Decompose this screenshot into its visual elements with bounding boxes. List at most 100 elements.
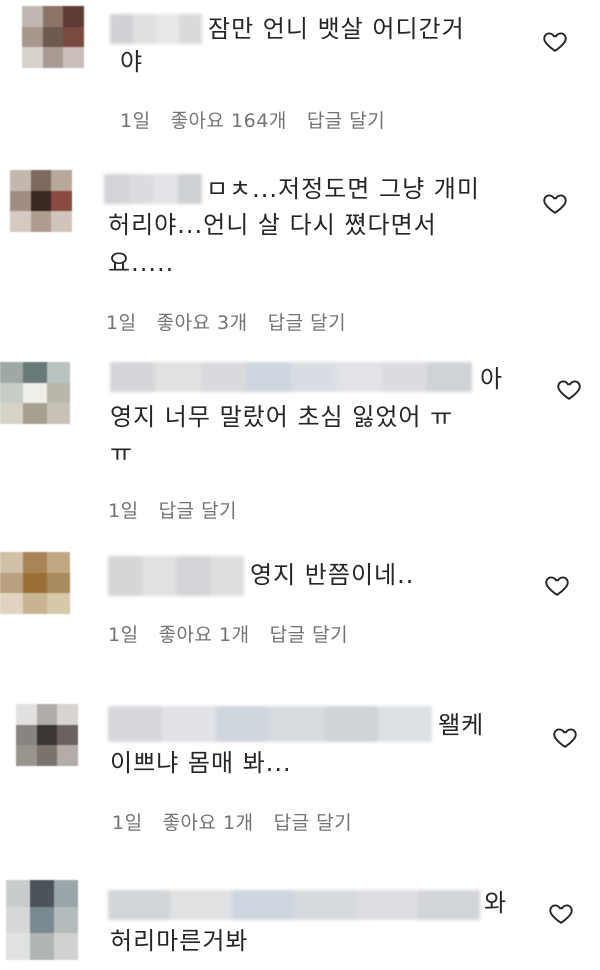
- avatar-pixel: [16, 745, 37, 766]
- avatar[interactable]: [10, 170, 72, 232]
- username-blur-block: [108, 890, 170, 920]
- avatar-pixel: [36, 724, 58, 746]
- username-blur-block: [270, 706, 324, 742]
- username-blur-block: [232, 890, 294, 920]
- comment-text: 와: [484, 889, 508, 917]
- avatar-pixel: [23, 593, 47, 614]
- avatar-pixel: [0, 572, 24, 594]
- comment-time: 1일: [106, 312, 137, 334]
- avatar-pixel: [54, 880, 78, 907]
- username-blurred[interactable]: [110, 14, 202, 44]
- comment-text: 요.....: [108, 249, 175, 277]
- username-blur-block: [378, 706, 432, 742]
- like-heart-icon[interactable]: [542, 190, 568, 216]
- avatar-pixel: [23, 362, 47, 383]
- avatar-pixel: [36, 704, 58, 725]
- username-blur-block: [294, 890, 356, 920]
- avatar-pixel: [23, 552, 47, 573]
- username-blur-block: [108, 556, 142, 596]
- username-blur-block: [142, 556, 176, 596]
- avatar-pixel: [30, 170, 52, 191]
- like-count[interactable]: 좋아요 164개: [171, 106, 287, 133]
- avatar-pixel: [0, 362, 24, 383]
- reply-button[interactable]: 답글 달기: [307, 106, 385, 133]
- avatar-pixel: [23, 572, 47, 594]
- comment-text: 이쁘냐 몸매 봐...: [110, 749, 292, 777]
- comment-time: 1일: [108, 624, 139, 646]
- comment-text: 영지 반쯤이네..: [250, 561, 415, 589]
- username-blur-block: [210, 556, 244, 596]
- avatar-pixel: [16, 724, 37, 746]
- avatar-pixel: [46, 593, 70, 614]
- like-heart-icon[interactable]: [544, 572, 570, 598]
- avatar-pixel: [57, 724, 78, 746]
- avatar-pixel: [51, 190, 72, 212]
- avatar-pixel: [10, 190, 31, 212]
- reply-button[interactable]: 답글 달기: [270, 620, 348, 647]
- reply-button[interactable]: 답글 달기: [159, 496, 237, 523]
- username-blur-block: [324, 706, 378, 742]
- avatar-pixel: [0, 593, 24, 614]
- avatar-pixel: [54, 933, 78, 960]
- avatar[interactable]: [16, 704, 78, 766]
- comment-time: 1일: [112, 812, 143, 834]
- avatar-pixel: [51, 170, 72, 191]
- avatar-pixel: [22, 47, 43, 68]
- avatar-pixel: [30, 211, 52, 232]
- avatar-pixel: [30, 906, 54, 934]
- username-blur-block: [245, 362, 291, 392]
- avatar-pixel: [42, 26, 64, 48]
- like-count[interactable]: 좋아요 3개: [157, 308, 248, 335]
- username-blur-block: [104, 174, 129, 204]
- reply-button[interactable]: 답글 달기: [268, 308, 346, 335]
- username-blur-block: [110, 362, 156, 392]
- comment-meta: 1일 답글 달기: [108, 496, 237, 523]
- like-count[interactable]: 좋아요 1개: [163, 808, 254, 835]
- comment-text: 영지 너무 말랐어 초심 잃었어 ㅠ: [110, 403, 454, 431]
- avatar-pixel: [51, 211, 72, 232]
- avatar-pixel: [30, 933, 54, 960]
- like-heart-icon[interactable]: [556, 376, 582, 402]
- like-heart-icon[interactable]: [548, 900, 574, 926]
- like-heart-icon[interactable]: [542, 28, 568, 54]
- username-blur-block: [133, 14, 156, 44]
- avatar-pixel: [10, 170, 31, 191]
- username-blurred[interactable]: [108, 706, 432, 742]
- comment-text: 야: [120, 48, 144, 76]
- username-blurred[interactable]: [104, 174, 202, 204]
- username-blur-block: [291, 362, 337, 392]
- avatar[interactable]: [0, 362, 70, 424]
- avatar-pixel: [30, 880, 54, 907]
- avatar[interactable]: [6, 880, 78, 960]
- avatar-pixel: [0, 403, 24, 424]
- avatar[interactable]: [22, 6, 84, 68]
- username-blur-block: [179, 14, 202, 44]
- reply-button[interactable]: 답글 달기: [274, 808, 352, 835]
- avatar-pixel: [10, 211, 31, 232]
- avatar-pixel: [22, 6, 43, 27]
- avatar-pixel: [16, 704, 37, 725]
- avatar-pixel: [0, 552, 24, 573]
- avatar-pixel: [30, 190, 52, 212]
- username-blur-block: [156, 14, 179, 44]
- username-blur-block: [216, 706, 270, 742]
- avatar-pixel: [46, 403, 70, 424]
- username-blurred[interactable]: [110, 362, 472, 392]
- comment-text: ㅠ: [110, 439, 134, 467]
- comment-text: 잠만 언니 뱃살 어디간거: [208, 15, 465, 43]
- like-count[interactable]: 좋아요 1개: [159, 620, 250, 647]
- comment-text: 왤케: [438, 711, 485, 739]
- comment-meta: 1일 좋아요 164개 답글 달기: [120, 106, 385, 133]
- username-blurred[interactable]: [108, 890, 480, 920]
- avatar-pixel: [63, 26, 84, 48]
- avatar-pixel: [46, 362, 70, 383]
- username-blur-block: [418, 890, 480, 920]
- username-blur-block: [200, 362, 246, 392]
- avatar-pixel: [46, 552, 70, 573]
- avatar-pixel: [22, 26, 43, 48]
- username-blur-block: [110, 14, 133, 44]
- avatar[interactable]: [0, 552, 70, 614]
- username-blurred[interactable]: [108, 556, 244, 596]
- like-heart-icon[interactable]: [552, 724, 578, 750]
- avatar-pixel: [23, 382, 47, 404]
